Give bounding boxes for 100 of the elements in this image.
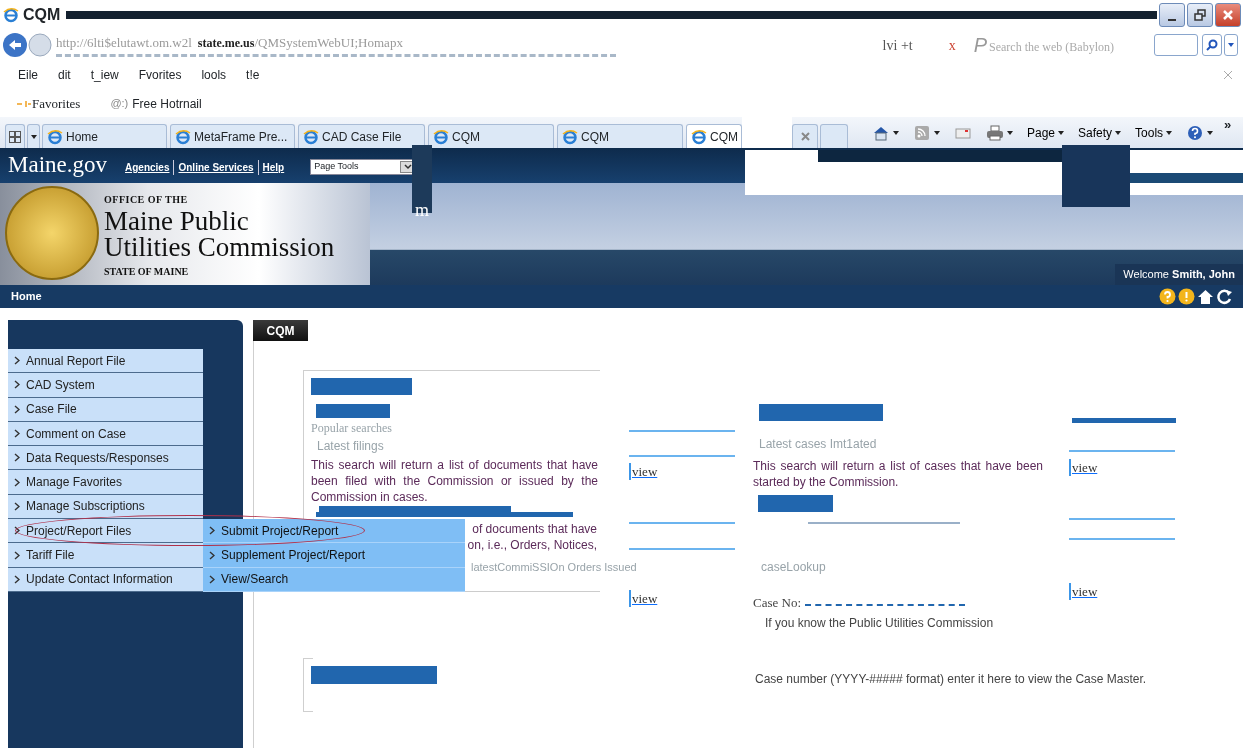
toolbar-label: lvi +t <box>882 36 913 55</box>
field-label: Case No: <box>753 594 802 612</box>
sidebar-item[interactable]: Annual Report File <box>8 349 203 374</box>
menu-item[interactable]: t_iew <box>90 66 119 84</box>
section-title: latestCommiSSIOn Orders Issued <box>471 560 637 575</box>
browser-logo-icon <box>175 128 191 145</box>
print-icon <box>986 124 1004 141</box>
menu-item[interactable]: Eile <box>18 66 38 84</box>
view-link[interactable]: view <box>629 588 735 608</box>
favorite-link[interactable]: Free Hotrnail <box>132 94 202 113</box>
browser-tab[interactable]: MetaFrame Pre... <box>170 124 295 148</box>
site-logo[interactable]: Maine.gov <box>8 148 107 183</box>
sidebar-item[interactable]: Case File <box>8 397 203 422</box>
minimize-icon <box>1168 19 1176 21</box>
info-icon[interactable] <box>1178 288 1195 305</box>
sidebar-item[interactable]: Tariff File <box>8 543 203 568</box>
caret-icon <box>30 134 37 139</box>
browser-tab[interactable]: CQM <box>557 124 683 148</box>
welcome-message: Welcome Smith, John <box>1115 263 1243 285</box>
menu-item[interactable]: Fvorites <box>138 66 182 84</box>
browser-tab[interactable]: CQM <box>428 124 554 148</box>
browser-tab[interactable]: CAD Case File <box>298 124 425 148</box>
caret-icon <box>1115 130 1122 135</box>
view-link[interactable]: view <box>629 462 735 482</box>
sidebar-item[interactable]: Update Contact Information <box>8 567 203 592</box>
sidebar-item[interactable]: Comment on Case <box>8 421 203 447</box>
caret-icon <box>893 130 899 135</box>
home-icon[interactable] <box>1197 288 1214 305</box>
url-host: state.me.us <box>197 35 255 52</box>
hint-text: Case number (YYYY-##### format) enter it here to view the Case Master. <box>755 670 1147 687</box>
chevron-icon <box>14 453 20 463</box>
menu-item[interactable]: lools <box>201 66 227 84</box>
browser-tab[interactable]: CQM <box>686 124 742 148</box>
sidebar-item[interactable]: Manage Favorites <box>8 470 203 495</box>
close-button[interactable] <box>1215 3 1241 27</box>
caret-icon <box>1007 130 1013 135</box>
window-title: CQM <box>23 5 61 25</box>
submenu-item[interactable]: Submit Project/Report <box>203 519 465 544</box>
home-link[interactable]: Home <box>11 288 42 305</box>
caret-icon <box>1228 43 1234 47</box>
description-text: This search will return a list of documents that have been filed with the Commission or issued by the Commission in cases. <box>311 457 598 505</box>
caret-icon <box>934 130 940 135</box>
office-label: OFFICE OF THE <box>104 193 189 207</box>
url-path: /QMSystemWebUI;Homapx <box>254 34 403 53</box>
chevron-icon <box>14 429 20 439</box>
grid-icon <box>9 130 21 143</box>
command-menu[interactable]: Tools <box>1132 123 1176 142</box>
refresh-icon[interactable] <box>1216 288 1233 305</box>
quick-tabs-button[interactable] <box>5 124 25 148</box>
minimize-button[interactable] <box>1159 3 1185 27</box>
close-icon <box>800 132 810 141</box>
close-tab-button[interactable] <box>792 124 818 148</box>
sidebar-item[interactable]: Project/Report Files <box>8 519 203 544</box>
submenu-item[interactable]: Supplement Project/Report <box>203 543 465 568</box>
chevron-icon <box>209 526 215 536</box>
header-link[interactable]: Online Services <box>173 160 254 175</box>
home-icon <box>872 124 890 141</box>
link-icon: @:) <box>110 95 129 112</box>
browser-logo-icon <box>47 128 63 145</box>
menu-item[interactable]: t!e <box>246 66 260 84</box>
description-text: of documents that have <box>472 521 597 537</box>
browser-logo-icon <box>691 128 707 145</box>
sidebar-item[interactable]: Data Requests/Responses <box>8 446 203 471</box>
feed-icon <box>913 124 931 141</box>
chevron-icon <box>14 356 20 366</box>
chevron-icon <box>14 574 20 584</box>
view-link[interactable]: view <box>1069 581 1180 601</box>
view-link[interactable]: view <box>1069 458 1180 478</box>
restore-button[interactable] <box>1187 3 1213 27</box>
section-title: Latest cases Imt1ated <box>759 436 877 453</box>
command-menu[interactable]: Page <box>1024 123 1068 142</box>
browser-logo-icon <box>433 128 449 145</box>
hint-text: If you know the Public Utilities Commission <box>765 614 995 631</box>
header-link[interactable]: Help <box>257 160 285 175</box>
blank-overlay <box>742 117 792 148</box>
commission-title: Maine Public <box>104 209 250 234</box>
search-button[interactable] <box>1202 34 1222 56</box>
sidebar-item[interactable]: CAD System <box>8 373 203 398</box>
toolbar-close[interactable]: x <box>948 34 956 56</box>
command-menu[interactable]: Safety <box>1075 123 1125 142</box>
caret-icon <box>1166 130 1173 135</box>
commission-title: Utilities Commission <box>104 234 335 261</box>
tab-list-button[interactable] <box>27 124 40 148</box>
sidebar-item[interactable]: Manage Subscriptions <box>8 494 203 520</box>
more-chevron[interactable]: » <box>1224 115 1232 135</box>
section-title: Latest filings <box>317 438 384 455</box>
help-icon[interactable] <box>1159 288 1176 305</box>
url-text: http://6lti$elutawt.om.w2l <box>56 34 192 53</box>
header-link[interactable]: Agencies <box>121 160 170 175</box>
help-icon <box>1186 124 1205 141</box>
restore-icon <box>1194 9 1206 21</box>
submenu-item[interactable]: View/Search <box>203 567 465 592</box>
content-tab[interactable]: CQM <box>253 320 308 341</box>
favorites-button[interactable]: Favorites <box>32 93 81 114</box>
chevron-icon <box>209 574 215 584</box>
search-options-button[interactable] <box>1224 34 1238 56</box>
chevron-icon <box>209 550 215 560</box>
menu-item[interactable]: dit <box>58 66 71 84</box>
browser-tab[interactable]: Home <box>42 124 167 148</box>
caret-icon <box>1058 130 1065 135</box>
